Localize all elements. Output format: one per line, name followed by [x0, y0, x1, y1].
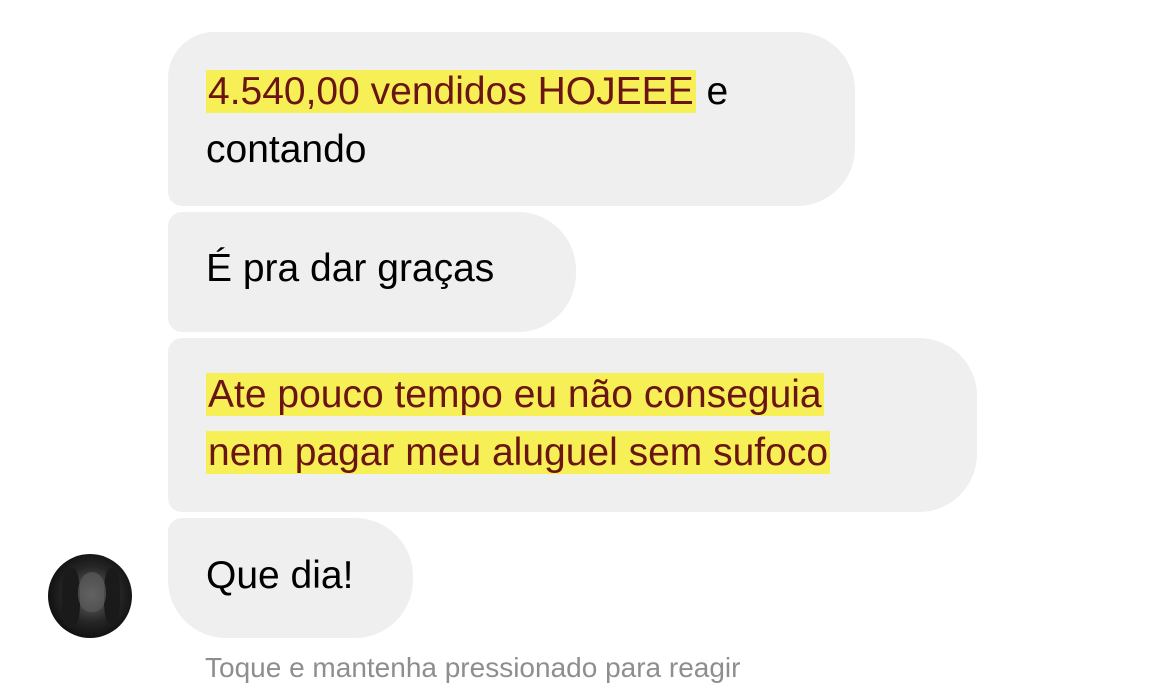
message-bubble-2[interactable]: É pra dar graças — [168, 212, 576, 332]
message-text: e — [695, 70, 729, 113]
highlighted-text: Ate pouco tempo eu não conseguia — [206, 373, 824, 416]
avatar[interactable] — [48, 554, 132, 638]
message-line: Ate pouco tempo eu não conseguia — [206, 366, 939, 424]
message-bubble-1[interactable]: 4.540,00 vendidos HOJEEE e contando — [168, 32, 855, 206]
message-text: contando — [206, 128, 367, 171]
message-bubble-4[interactable]: Que dia! — [168, 518, 413, 638]
avatar-face — [78, 572, 106, 612]
highlighted-text: nem pagar meu aluguel sem sufoco — [206, 431, 831, 474]
reaction-hint: Toque e mantenha pressionado para reagir — [205, 652, 741, 683]
avatar-hair-right — [104, 568, 120, 624]
highlighted-text: 4.540,00 vendidos HOJEEE — [206, 70, 696, 113]
message-line: nem pagar meu aluguel sem sufoco — [206, 424, 939, 482]
message-bubble-3[interactable]: Ate pouco tempo eu não conseguia nem pag… — [168, 338, 977, 512]
avatar-hair-left — [62, 568, 80, 628]
message-text: Que dia! — [206, 554, 354, 597]
message-text: É pra dar graças — [206, 247, 495, 290]
message-line: 4.540,00 vendidos HOJEEE e — [206, 63, 817, 121]
